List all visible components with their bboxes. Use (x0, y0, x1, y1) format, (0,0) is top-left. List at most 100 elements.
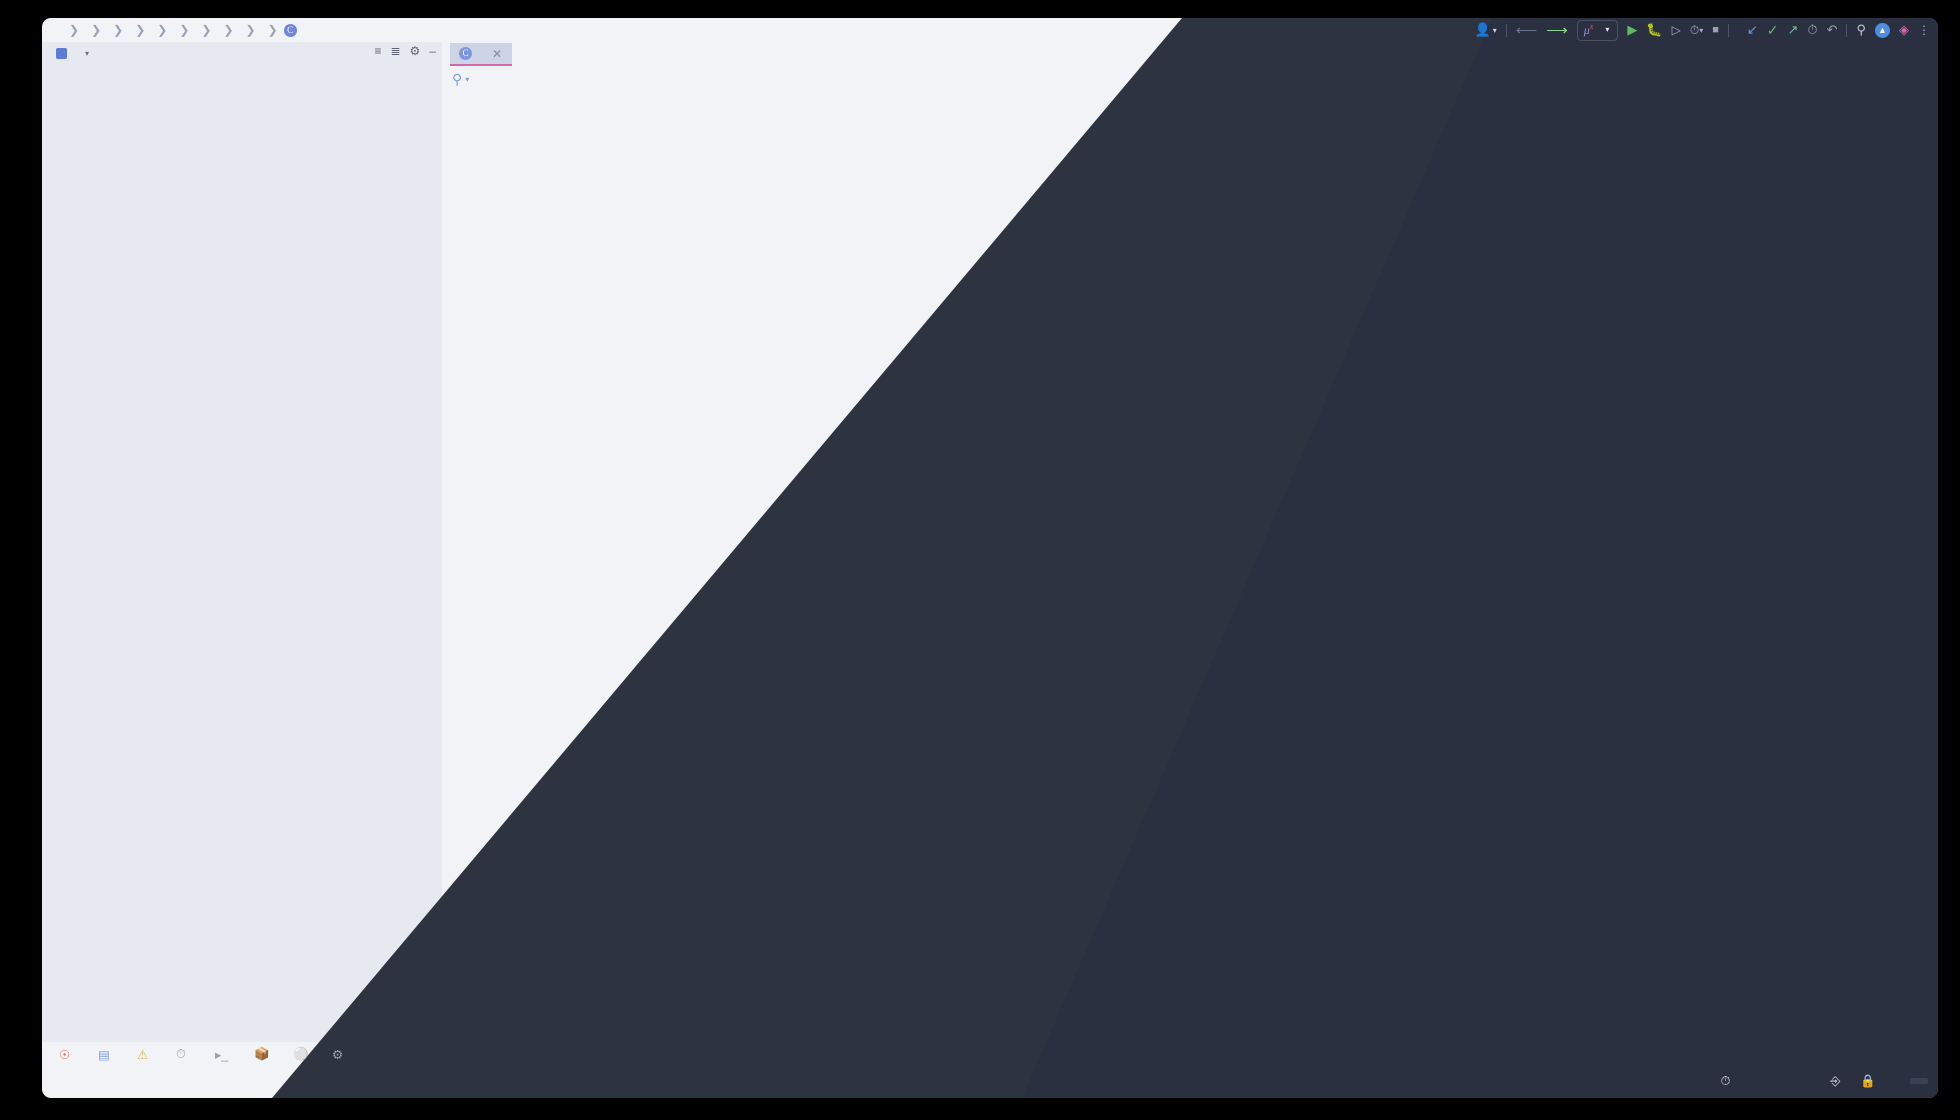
expand-all-icon[interactable]: ≣ (390, 44, 400, 58)
run-configuration-selector[interactable]: μx ▾ (1576, 19, 1619, 41)
profiler-icon[interactable]: ⏱ ▾ (1690, 23, 1703, 38)
toolbar-divider (1846, 23, 1848, 37)
status-bar-right: ⏱ ⎆ 🔒 (1711, 1074, 1934, 1089)
tool-button-problems[interactable]: ⚠ (126, 1047, 165, 1062)
sidebar-item-aws-toolkit[interactable] (0, 800, 42, 896)
chevron-right-icon: ❯ (201, 23, 212, 37)
sidebar-item-structure[interactable] (0, 600, 42, 686)
time-tracker[interactable]: ⏱ (1711, 1074, 1741, 1089)
project-icon (56, 47, 67, 59)
stop-icon[interactable]: ■ (1712, 24, 1719, 36)
main-toolbar: 👤▾ ⟵ ⟶ μx ▾ ▶ 🐛 ▷ ⏱▾ ■ ↙ ✓ ↗ ⏱ ↶ ⚲ ▲ ◈ (1475, 18, 1930, 42)
lock-icon[interactable]: 🔒 (1850, 1074, 1886, 1089)
chevron-right-icon: ❯ (157, 23, 168, 37)
tool-button-endpoints[interactable]: ⚪ (282, 1047, 321, 1061)
tool-button-profiler[interactable]: ⏱ (165, 1047, 204, 1061)
chevron-down-icon[interactable]: ▾ (465, 75, 469, 84)
rollback-icon[interactable]: ↶ (1827, 22, 1838, 38)
select-all-icon[interactable]: ◫ (1791, 72, 1802, 86)
tool-button-dependencies[interactable]: ⚙ (321, 1047, 360, 1062)
chevron-right-icon: ❯ (223, 23, 234, 37)
run-icon[interactable]: ▶ (1627, 22, 1637, 38)
dependencies-icon: ⚙ (332, 1048, 344, 1062)
chevron-right-icon: ❯ (113, 23, 124, 37)
project-tool-window: ▾ ≡ ≣ ⚙ – (42, 42, 442, 1042)
in-literals-icon[interactable]: ≡↓ (1840, 73, 1852, 85)
arrow-down-icon[interactable]: ↓ (1771, 72, 1778, 87)
tool-window-bar: ☉ ▤ ⚠ ⏱ ▸_ 📦 ⚪ ⚙ (42, 1042, 1938, 1064)
project-tree[interactable] (42, 64, 442, 1042)
java-class-icon: C (283, 23, 297, 37)
collapse-all-icon[interactable]: ≡ (374, 44, 381, 58)
arrow-up-icon[interactable]: ↑ (1752, 72, 1759, 87)
search-icon[interactable]: ⚲ (452, 71, 462, 88)
close-icon[interactable]: ✕ (492, 47, 502, 61)
sidebar-item-sciview[interactable] (1938, 268, 1960, 340)
chevron-down-icon: ▾ (1605, 25, 1610, 34)
sidebar-item-pull-requests[interactable] (0, 196, 42, 304)
ide-main-window: ❯ ❯ ❯ ❯ ❯ ❯ ❯ ❯ ❯ ❯ C 👤 ▾ ⟵ ⟶ μx ▾ ▶ 🐛 ▷… (42, 18, 1938, 1098)
editor-right-gutter[interactable] (1922, 92, 1938, 1042)
chevron-right-icon: ❯ (91, 23, 102, 37)
hide-icon[interactable]: – (429, 44, 436, 58)
git-icon: ☉ (59, 1048, 71, 1062)
problems-icon: ⚠ (137, 1048, 149, 1062)
search-everywhere-icon[interactable]: ⚲ (1856, 22, 1866, 38)
chevron-right-icon: ❯ (179, 23, 190, 37)
sidebar-item-database[interactable] (1938, 178, 1960, 258)
todo-icon: ▤ (98, 1048, 110, 1062)
editor-area: C ✕ ⚲ ▾ ↵ ↑ ↓ ◫ ≡↑ ≡↓ ≡≡ ≣ ▾▾ ✓ (442, 42, 1938, 1042)
in-code-icon[interactable]: ≡≡ (1865, 73, 1878, 85)
branch-icon: ⎆ (1830, 1073, 1841, 1088)
run-with-coverage-icon[interactable]: ▷ (1672, 23, 1681, 37)
chevron-right-icon: ❯ (69, 23, 80, 37)
ide-window: ❯ ❯ ❯ ❯ ❯ ❯ ❯ ❯ ❯ ❯ C 👤 ▾ ⟵ ⟶ μx ▾ ▶ 🐛 ▷… (0, 0, 1960, 1120)
user-account-icon[interactable]: 👤 ▾ (1475, 22, 1497, 38)
settings-icon[interactable]: ⚙ (410, 44, 421, 58)
update-project-icon[interactable]: ↙ (1747, 22, 1758, 38)
forward-arrow-icon[interactable]: ⟶ (1546, 21, 1568, 39)
sidebar-item-commit[interactable] (0, 118, 42, 188)
tool-button-terminal[interactable]: ▸_ (204, 1047, 243, 1062)
commit-icon[interactable]: ✓ (1767, 22, 1779, 39)
editor-tab-shuffle-java[interactable]: C ✕ (450, 43, 513, 66)
filter-icon[interactable]: ▾▾ (1914, 72, 1926, 86)
update-available-icon[interactable]: ▲ (1875, 22, 1890, 38)
tool-button-python-packages[interactable]: 📦 (243, 1047, 282, 1061)
history-icon[interactable]: ⏱ (1807, 22, 1817, 38)
breadcrumb-class[interactable]: C (279, 23, 307, 37)
in-comments-icon[interactable]: ≡↑ (1815, 73, 1827, 85)
chevron-right-icon: ❯ (245, 23, 256, 37)
debug-icon[interactable]: 🐛 (1646, 22, 1662, 38)
sidebar-item-maven[interactable] (1938, 352, 1960, 414)
project-panel-toolbar: ≡ ≣ ⚙ – (374, 44, 436, 58)
clock-icon: ⏱ (1720, 1073, 1731, 1088)
sidebar-item-project[interactable] (0, 34, 42, 108)
memory-indicator[interactable] (1910, 1078, 1928, 1084)
right-tool-strip (1938, 0, 1960, 1120)
ide-logo-icon[interactable]: ◈ (1899, 22, 1909, 38)
editor-tab-strip: C ✕ (442, 42, 1938, 66)
preview-icon[interactable]: ≣ (1891, 72, 1901, 86)
java-class-icon: C (459, 47, 472, 60)
find-toolbar: ⚲ ▾ ↵ ↑ ↓ ◫ ≡↑ ≡↓ ≡≡ ≣ ▾▾ (442, 66, 1938, 92)
code-editor[interactable] (442, 92, 1938, 1042)
chevron-right-icon: ❯ (135, 23, 146, 37)
more-vertical-icon[interactable]: ⋮ (1918, 23, 1930, 37)
tool-button-todo[interactable]: ▤ (87, 1047, 126, 1062)
sidebar-item-notifications[interactable] (1938, 790, 1960, 902)
terminal-icon: ▸_ (215, 1048, 229, 1062)
chevron-right-icon: ❯ (267, 23, 278, 37)
left-tool-strip (0, 0, 42, 1120)
back-arrow-icon[interactable]: ⟵ (1516, 21, 1538, 39)
gutter-marker (1926, 314, 1936, 316)
chevron-down-icon[interactable]: ▾ (85, 49, 89, 58)
sidebar-item-bookmarks[interactable] (0, 700, 42, 792)
tool-button-git[interactable]: ☉ (48, 1047, 87, 1062)
git-branch[interactable]: ⎆ (1820, 1074, 1850, 1089)
toolbar-divider (1505, 23, 1507, 37)
push-icon[interactable]: ↗ (1788, 22, 1799, 38)
python-packages-icon: 📦 (254, 1047, 270, 1061)
sidebar-item-key-promoter[interactable] (1938, 52, 1960, 164)
multiline-icon[interactable]: ↵ (1662, 71, 1673, 87)
